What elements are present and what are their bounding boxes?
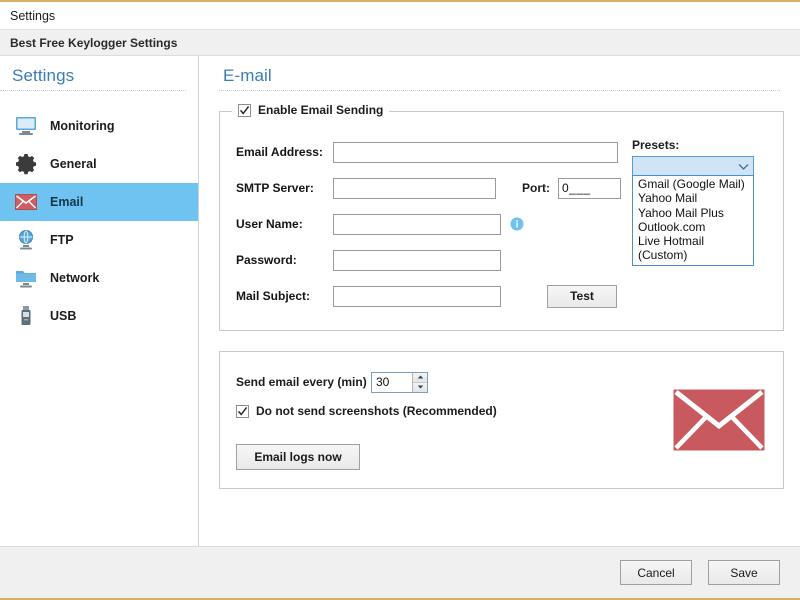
gear-icon [14,152,38,176]
cancel-button[interactable]: Cancel [620,560,692,585]
email-form-area: Email Address: SMTP Server: Port: User N… [236,134,767,314]
sidebar-item-label: Network [50,271,99,285]
sidebar-item-label: General [50,157,97,171]
smtp-server-label: SMTP Server: [236,181,333,195]
sidebar-item-general[interactable]: General [0,145,198,183]
sidebar: Settings Monitoring [0,56,199,546]
password-label: Password: [236,253,333,267]
sidebar-heading: Settings [0,64,186,91]
send-interval-stepper[interactable]: 30 [371,372,428,393]
window-title: Settings [10,9,55,23]
mail-subject-row: Mail Subject: Test [236,278,618,314]
password-row: Password: [236,242,618,278]
presets-column: Presets: Gmail (Google Mail) Yaho [632,134,767,314]
port-input[interactable] [558,178,621,199]
enable-email-sending-checkbox[interactable]: Enable Email Sending [232,103,389,117]
user-name-input[interactable] [333,214,501,235]
sidebar-item-label: Email [50,195,83,209]
sidebar-item-label: FTP [50,233,74,247]
sidebar-item-monitoring[interactable]: Monitoring [0,107,198,145]
schedule-group: Send email every (min) 30 [219,351,784,489]
chevron-down-icon [737,163,749,171]
envelope-icon [14,190,38,214]
schedule-controls: Send email every (min) 30 [236,370,661,470]
sidebar-item-label: USB [50,309,76,323]
window-body: Settings Monitoring [0,56,800,546]
presets-option[interactable]: Outlook.com [633,220,753,234]
mail-subject-label: Mail Subject: [236,289,333,303]
stepper-buttons [412,373,427,392]
usb-drive-icon [14,304,38,328]
presets-label: Presets: [632,138,767,152]
presets-option[interactable]: Live Hotmail [633,234,753,248]
port-label: Port: [522,181,550,195]
smtp-server-row: SMTP Server: Port: [236,170,618,206]
main-content: E-mail Enable Email Sending Email Addres… [199,56,800,546]
monitor-icon [14,114,38,138]
globe-icon [14,228,38,252]
email-settings-group: Enable Email Sending Email Address: SMTP… [219,111,784,331]
app-subheader: Best Free Keylogger Settings [0,29,800,56]
presets-option[interactable]: Yahoo Mail [633,191,753,205]
footer-actions: Cancel Save [0,546,800,598]
user-name-label: User Name: [236,217,333,231]
email-address-row: Email Address: [236,134,618,170]
sidebar-item-email[interactable]: Email [0,183,198,221]
user-name-row: User Name: [236,206,618,242]
no-screenshots-checkbox[interactable]: Do not send screenshots (Recommended) [236,404,661,418]
page-title: E-mail [219,64,780,91]
presets-option[interactable]: Yahoo Mail Plus [633,206,753,220]
app-subheader-text: Best Free Keylogger Settings [10,36,177,50]
test-button[interactable]: Test [547,285,617,308]
checkbox-box [236,405,249,418]
check-icon [237,406,248,417]
info-icon[interactable] [510,217,524,231]
checkbox-box [238,104,251,117]
password-input[interactable] [333,250,501,271]
presets-option[interactable]: Gmail (Google Mail) [633,177,753,191]
smtp-server-input[interactable] [333,178,496,199]
sidebar-nav: Monitoring General [0,107,198,335]
stepper-up-button[interactable] [413,373,427,383]
stepper-down-button[interactable] [413,382,427,392]
email-logs-now-button[interactable]: Email logs now [236,444,360,470]
sidebar-item-usb[interactable]: USB [0,297,198,335]
check-icon [239,105,250,116]
sidebar-item-label: Monitoring [50,119,115,133]
caret-up-icon [417,375,424,379]
caret-down-icon [417,385,424,389]
presets-dropdown-list[interactable]: Gmail (Google Mail) Yahoo Mail Yahoo Mai… [632,175,754,266]
settings-window: Settings Best Free Keylogger Settings Se… [0,0,800,600]
email-form-fields: Email Address: SMTP Server: Port: User N… [236,134,618,314]
send-interval-row: Send email every (min) 30 [236,370,661,394]
no-screenshots-label: Do not send screenshots (Recommended) [256,404,497,418]
send-interval-value: 30 [372,373,412,392]
send-interval-label: Send email every (min) [236,375,371,389]
enable-email-sending-label: Enable Email Sending [258,103,383,117]
mail-subject-input[interactable] [333,286,501,307]
folder-icon [14,266,38,290]
window-titlebar: Settings [0,2,800,29]
presets-combobox[interactable] [632,156,754,177]
presets-option[interactable]: (Custom) [633,248,753,262]
save-button[interactable]: Save [708,560,780,585]
sidebar-item-ftp[interactable]: FTP [0,221,198,259]
envelope-graphic [671,370,767,470]
email-address-label: Email Address: [236,145,333,159]
sidebar-item-network[interactable]: Network [0,259,198,297]
email-address-input[interactable] [333,142,618,163]
